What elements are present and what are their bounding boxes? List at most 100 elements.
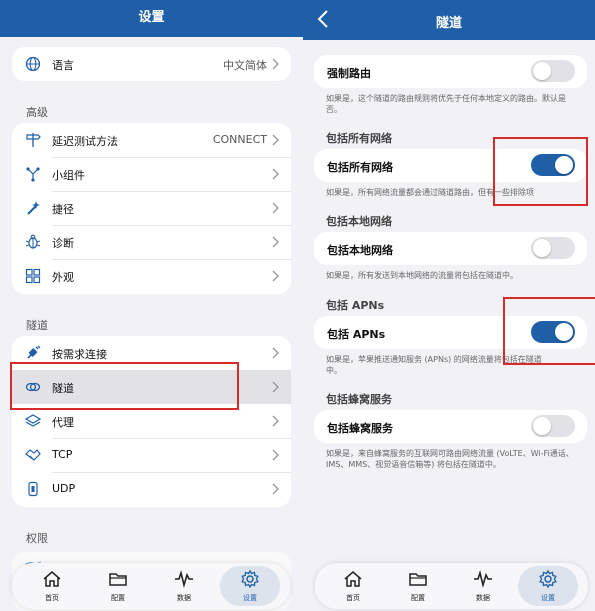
include-cellular-toggle[interactable] [531,415,575,437]
language-card: 语言 中文简体 [12,47,291,81]
tab-settings[interactable]: 设置 [516,563,580,609]
chevron-right-icon [272,415,279,427]
include-cellular-card: 包括蜂窝服务 [314,410,587,443]
chevron-right-icon [272,449,279,461]
usb-icon [28,481,38,497]
section-permissions: 权限 [26,532,48,545]
grid-icon [25,268,41,284]
include-cellular-label: 包括蜂窝服务 [327,422,393,435]
tab-bar: 首页 配置 数据 设置 [315,563,588,609]
include-cellular-note: 如果是，来自蜂窝服务的互联网可路由网络流量 (VoLTE、Wi-Fi通话、IMS… [326,449,574,469]
gear-icon [241,569,259,589]
settings-screen: 设置 语言 中文简体 高级 延迟测试方法 CONNECT 小组件 捷径 诊断 外… [0,0,303,611]
widget-icon [26,167,40,182]
home-icon [43,571,61,587]
highlight-box [503,297,595,365]
tcp-row[interactable]: TCP [12,438,291,472]
include-apns-label: 包括 APNs [327,328,386,341]
language-label: 语言 [52,59,74,72]
udp-row[interactable]: UDP [12,472,291,506]
force-route-note: 如果是，这个隧道的路由规则将优先于任何本地定义的路由。默认是否。 [326,94,566,114]
waveform-icon [474,570,492,589]
toggle-knob [533,239,551,257]
diagnostics-row[interactable]: 诊断 [12,225,291,259]
appearance-label: 外观 [52,271,74,284]
globe-icon [25,56,41,72]
waveform-icon [175,570,193,589]
tunnel-header: 隧道 [303,0,595,40]
tab-config-label: 配置 [111,594,125,602]
bug-icon [25,234,41,249]
tcp-label: TCP [52,448,73,461]
tab-home[interactable]: 首页 [321,563,385,609]
force-route-toggle[interactable] [531,60,575,82]
on-demand-label: 按需求连接 [52,348,107,361]
gear-icon [539,569,557,589]
tab-settings[interactable]: 设置 [218,563,282,609]
handshake-icon [25,449,41,461]
include-local-card: 包括本地网络 [314,232,587,265]
highlight-box [10,362,239,410]
section-include-cellular: 包括蜂窝服务 [326,393,392,406]
toggle-knob [533,417,551,435]
tab-config[interactable]: 配置 [86,563,150,609]
magic-wand-icon [27,201,40,215]
latency-test-value: CONNECT [212,133,267,146]
chevron-right-icon [272,483,279,495]
chevron-right-icon [272,270,279,282]
latency-test-row[interactable]: 延迟测试方法 CONNECT [12,123,291,157]
tab-settings-label: 设置 [243,594,257,602]
section-include-apns: 包括 APNs [326,299,385,312]
section-include-all: 包括所有网络 [326,132,392,145]
tab-home-label: 首页 [45,594,59,602]
tab-data[interactable]: 数据 [152,563,216,609]
include-local-label: 包括本地网络 [327,244,393,257]
tab-config-label: 配置 [411,594,425,602]
widget-row[interactable]: 小组件 [12,157,291,191]
plug-icon [27,345,41,359]
force-route-card: 强制路由 [314,55,587,88]
signpost-icon [26,133,41,147]
include-local-note: 如果是，所有发送到本地网络的流量将包括在隧道中。 [326,271,518,280]
chevron-right-icon [272,134,279,146]
page-title: 设置 [138,10,165,25]
tab-home-label: 首页 [346,594,360,602]
tab-settings-label: 设置 [541,594,555,602]
section-tunnel: 隧道 [26,319,48,332]
language-row[interactable]: 语言 中文简体 [12,47,291,81]
force-route-label: 强制路由 [327,67,371,80]
toggle-knob [533,62,551,80]
home-icon [344,571,362,587]
folder-icon [409,573,427,586]
latency-test-label: 延迟测试方法 [52,135,118,148]
folder-icon [109,573,127,586]
tab-bar: 首页 配置 数据 设置 [12,563,290,609]
chevron-right-icon [272,381,279,393]
shortcuts-row[interactable]: 捷径 [12,191,291,225]
tab-data-label: 数据 [476,594,490,602]
section-advanced: 高级 [26,106,48,119]
include-local-toggle[interactable] [531,237,575,259]
widget-label: 小组件 [52,169,85,182]
tab-data[interactable]: 数据 [451,563,515,609]
language-value: 中文简体 [223,59,267,72]
appearance-row[interactable]: 外观 [12,259,291,293]
chevron-right-icon [272,236,279,248]
shortcuts-label: 捷径 [52,203,74,216]
chevron-right-icon [272,347,279,359]
tab-data-label: 数据 [177,594,191,602]
section-include-local: 包括本地网络 [326,215,392,228]
advanced-card: 延迟测试方法 CONNECT 小组件 捷径 诊断 外观 [12,123,291,294]
tab-home[interactable]: 首页 [20,563,84,609]
settings-header: 设置 [0,0,303,37]
layers-icon [25,414,41,427]
chevron-right-icon [272,58,279,70]
tab-config[interactable]: 配置 [386,563,450,609]
highlight-box [493,137,588,206]
diagnostics-label: 诊断 [52,237,74,250]
proxy-label: 代理 [52,416,74,429]
udp-label: UDP [52,482,76,495]
chevron-right-icon [272,168,279,180]
include-all-label: 包括所有网络 [327,161,393,174]
chevron-right-icon [272,202,279,214]
